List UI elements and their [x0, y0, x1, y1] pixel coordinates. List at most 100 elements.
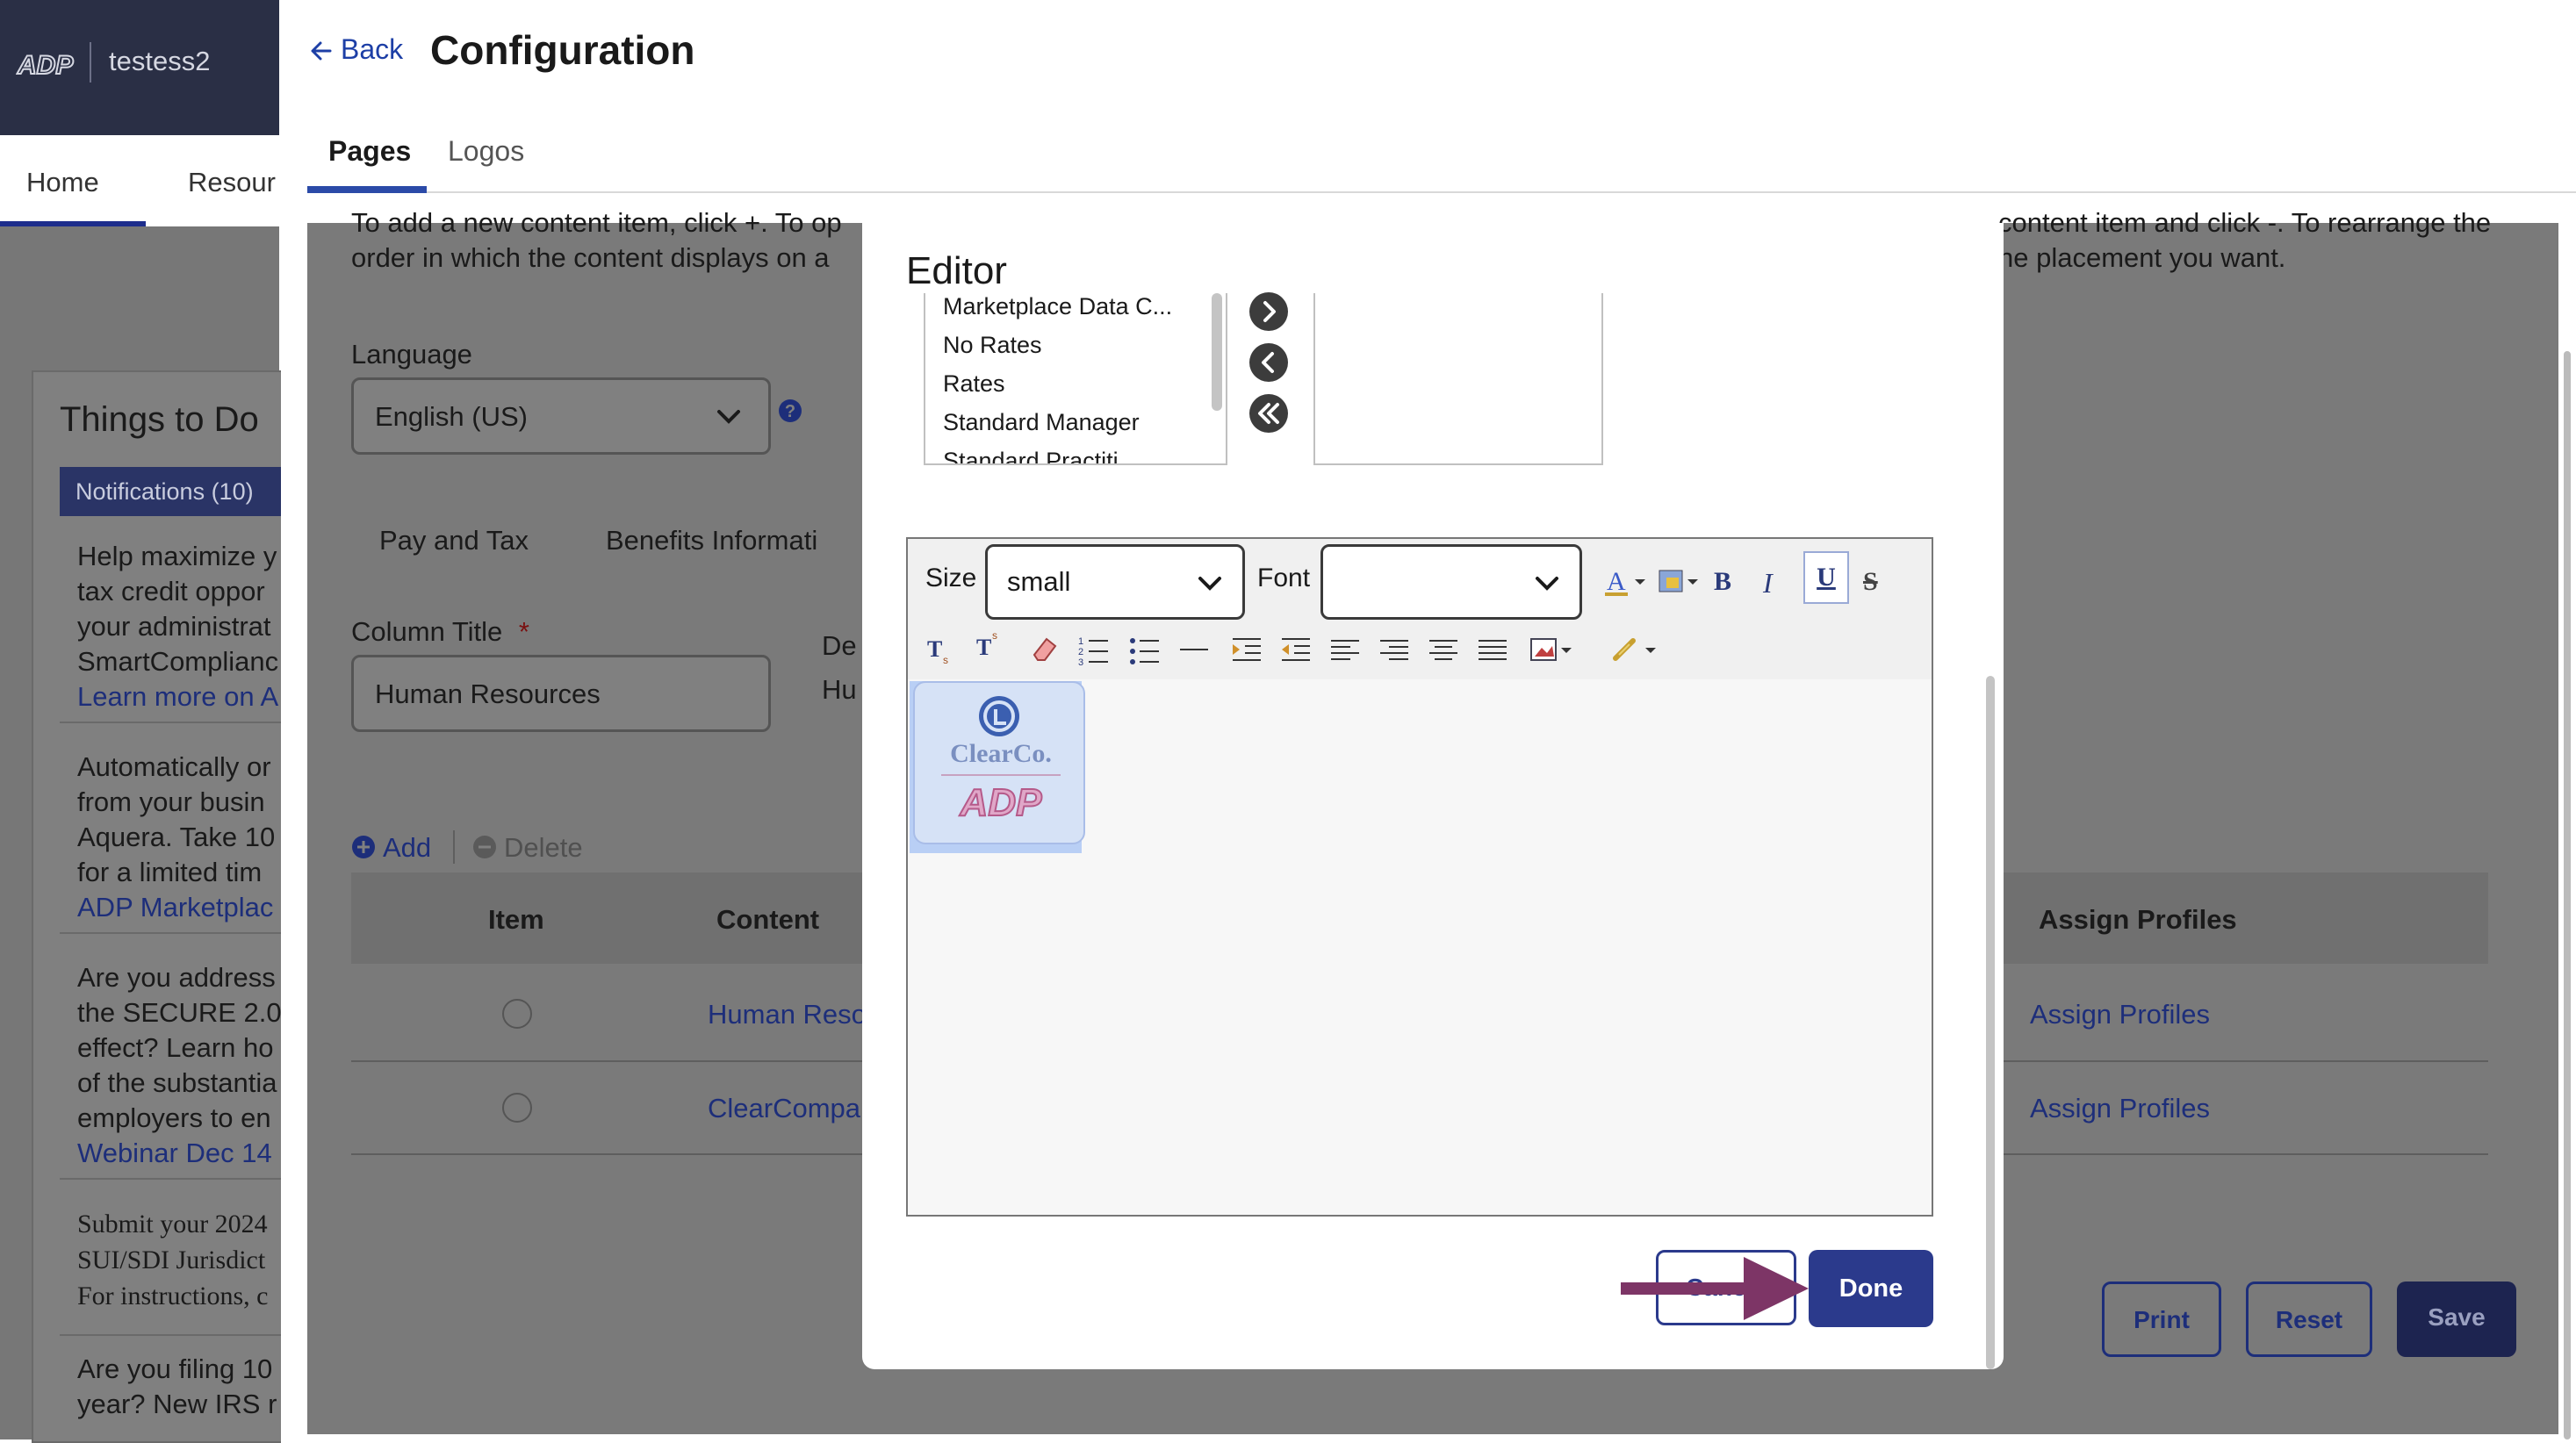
align-left-icon[interactable] — [1328, 632, 1363, 667]
notification-link[interactable]: Learn more on A — [77, 679, 278, 714]
horizontal-rule-icon[interactable] — [1176, 632, 1212, 667]
row-content-link[interactable]: Human Reso — [708, 999, 867, 1030]
row-radio[interactable] — [502, 999, 532, 1029]
image-selection-highlight: ClearCo. ADP — [910, 681, 1085, 853]
things-to-do-card: Things to Do Notifications (10) Help max… — [32, 370, 281, 1443]
underline-button[interactable]: U — [1803, 551, 1849, 604]
ordered-list-icon[interactable]: 123 — [1076, 632, 1112, 667]
highlight-icon[interactable] — [1656, 564, 1702, 599]
align-right-icon[interactable] — [1377, 632, 1412, 667]
list-item[interactable]: Standard Manager — [943, 409, 1140, 436]
font-label: Font — [1257, 564, 1311, 592]
minus-circle-icon[interactable] — [472, 835, 497, 859]
notification-text: your administrat — [77, 611, 271, 642]
svg-text:?: ? — [785, 402, 795, 421]
row-content-link[interactable]: ClearCompa — [708, 1093, 860, 1124]
indent-icon[interactable] — [1229, 632, 1264, 667]
row-assign-profiles-link[interactable]: Assign Profiles — [2030, 999, 2210, 1030]
eraser-icon[interactable] — [1027, 632, 1062, 667]
align-justify-icon[interactable] — [1475, 632, 1510, 667]
insert-image-icon[interactable] — [1528, 632, 1573, 667]
double-chevron-left-icon[interactable] — [1248, 393, 1289, 434]
tab-pages[interactable]: Pages — [328, 135, 411, 168]
font-color-icon[interactable]: A — [1603, 564, 1649, 599]
italic-button[interactable]: I — [1763, 567, 1773, 599]
size-select[interactable]: small — [985, 544, 1245, 620]
nav-item-resources[interactable]: Resour — [188, 167, 276, 198]
subscript-icon[interactable]: Ts — [924, 632, 959, 667]
plus-circle-icon[interactable] — [351, 835, 376, 859]
image-text-clearco: ClearCo. — [950, 739, 1052, 768]
language-select[interactable]: English (US) — [351, 377, 771, 455]
notification-link[interactable]: Webinar Dec 14 — [77, 1136, 281, 1171]
list-item[interactable]: Standard Practiti — [943, 448, 1119, 463]
svg-text:T: T — [976, 635, 991, 660]
align-center-icon[interactable] — [1426, 632, 1461, 667]
outdent-icon[interactable] — [1278, 632, 1313, 667]
superscript-icon[interactable]: Ts — [973, 627, 1008, 662]
modal-title: Editor — [906, 249, 1007, 292]
column-header-item: Item — [488, 904, 544, 935]
notification-divider — [60, 1334, 281, 1336]
notification-text: SUI/SDI Jurisdict — [77, 1246, 266, 1274]
notification-text: Are you filing 10 — [77, 1353, 273, 1384]
chevron-down-icon — [717, 410, 740, 424]
insert-link-icon[interactable] — [1610, 632, 1659, 667]
done-button[interactable]: Done — [1809, 1250, 1933, 1327]
notification-item[interactable]: Submit your 2024 SUI/SDI Jurisdict For i… — [77, 1206, 269, 1314]
editor-modal: Editor Marketplace Data C... No Rates Ra… — [862, 223, 2004, 1369]
tab-logos[interactable]: Logos — [448, 135, 524, 168]
strikethrough-button[interactable]: S — [1863, 567, 1878, 597]
unordered-list-icon[interactable] — [1127, 632, 1162, 667]
notification-divider — [60, 932, 281, 934]
page-scrollbar-thumb[interactable] — [2564, 351, 2571, 1439]
list-scrollbar-thumb[interactable] — [1212, 293, 1222, 411]
row-assign-profiles-link[interactable]: Assign Profiles — [2030, 1093, 2210, 1124]
modal-scrollbar-thumb[interactable] — [1986, 676, 1995, 1369]
back-arrow-icon[interactable] — [309, 39, 334, 63]
notification-text: year? New IRS r — [77, 1389, 277, 1419]
add-delete-divider — [453, 830, 455, 864]
selected-items-list[interactable] — [1313, 293, 1603, 465]
notification-item[interactable]: Automatically or from your busin Aquera.… — [77, 750, 275, 925]
notification-item[interactable]: Help maximize y tax credit oppor your ad… — [77, 539, 278, 714]
list-item[interactable]: Rates — [943, 370, 1005, 398]
notifications-tab[interactable]: Notifications (10) — [60, 467, 281, 516]
back-link[interactable]: Back — [341, 33, 403, 66]
row-radio[interactable] — [502, 1093, 532, 1123]
page-tab-benefits[interactable]: Benefits Informati — [606, 525, 817, 556]
notification-text: tax credit oppor — [77, 576, 265, 607]
save-button[interactable]: Save — [2397, 1281, 2516, 1357]
font-select[interactable] — [1320, 544, 1582, 620]
nav-item-home[interactable]: Home — [26, 167, 99, 198]
list-item[interactable]: Marketplace Data C... — [943, 293, 1172, 320]
add-button[interactable]: Add — [383, 832, 431, 864]
delete-button[interactable]: Delete — [504, 832, 583, 864]
adp-logo-icon[interactable]: ADP — [16, 46, 77, 81]
available-items-list[interactable]: Marketplace Data C... No Rates Rates Sta… — [924, 293, 1227, 465]
print-button[interactable]: Print — [2102, 1281, 2221, 1357]
notification-item[interactable]: Are you address the SECURE 2.0 effect? L… — [77, 960, 281, 1171]
chevron-left-icon[interactable] — [1248, 342, 1289, 383]
notification-text: employers to en — [77, 1102, 271, 1133]
notification-item[interactable]: Are you filing 10 year? New IRS r — [77, 1352, 277, 1422]
notification-link[interactable]: ADP Marketplac — [77, 890, 275, 925]
column-title-input[interactable]: Human Resources — [351, 655, 771, 732]
intro-text: order in which the content displays on a — [351, 242, 830, 273]
editor-content-area[interactable]: ClearCo. ADP — [908, 679, 1932, 1215]
arrow-annotation-icon — [1621, 1257, 1809, 1320]
notification-text: from your busin — [77, 786, 265, 817]
help-icon[interactable]: ? — [778, 398, 802, 423]
company-name: testess2 — [109, 46, 211, 76]
clearco-adp-logo-image[interactable]: ClearCo. ADP — [913, 681, 1085, 844]
column-header-assign-profiles: Assign Profiles — [2039, 904, 2237, 935]
editor-toolbar: Size small Font A B I U S T s T s 1 2 3 — [908, 539, 1932, 680]
chevron-right-icon[interactable] — [1248, 291, 1289, 332]
bold-button[interactable]: B — [1714, 567, 1731, 597]
reset-button[interactable]: Reset — [2246, 1281, 2372, 1357]
page-tab-pay-and-tax[interactable]: Pay and Tax — [379, 525, 529, 556]
list-item[interactable]: No Rates — [943, 332, 1042, 359]
notification-text: Are you address — [77, 962, 276, 993]
image-divider — [941, 774, 1061, 776]
notification-text: for a limited tim — [77, 857, 263, 887]
